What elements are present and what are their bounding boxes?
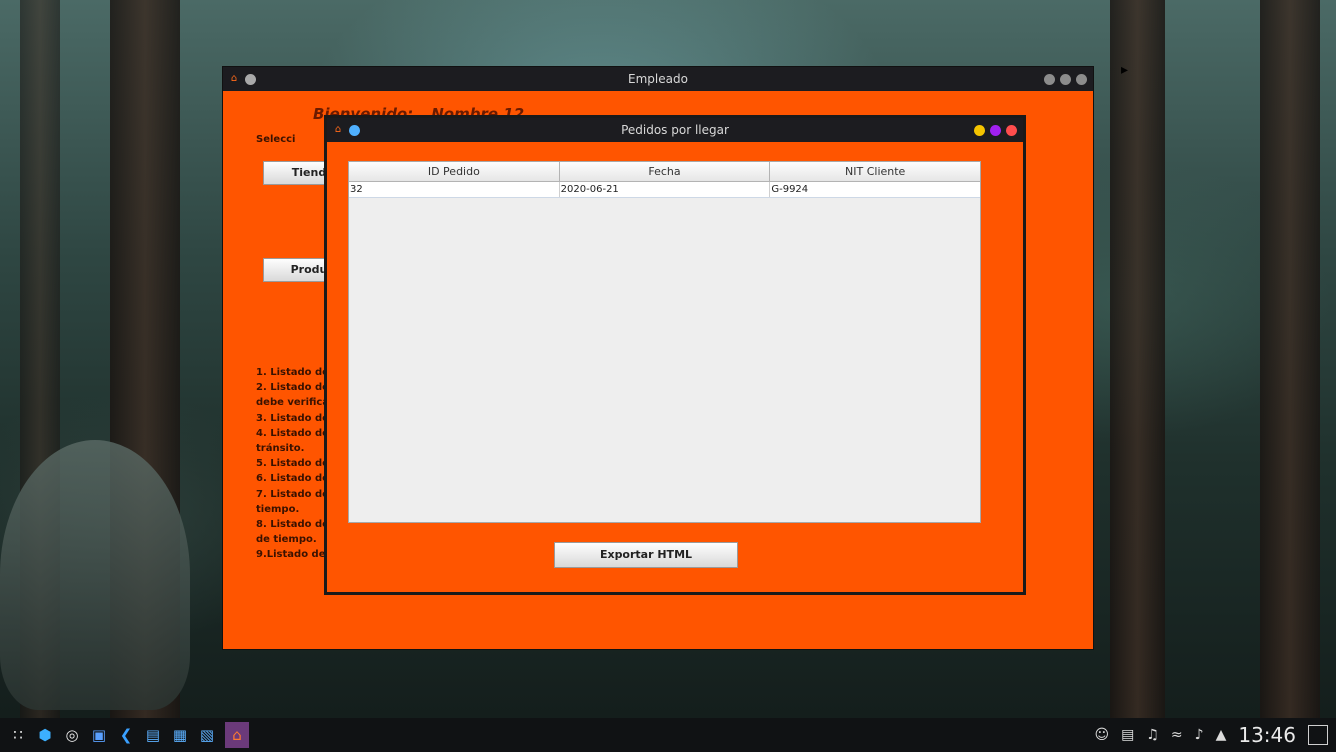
table-header: ID Pedido Fecha NIT Cliente [349, 162, 980, 182]
dialog-titlebar[interactable]: ⌂ Pedidos por llegar [327, 118, 1023, 142]
chevron-up-icon[interactable]: ▲ [1216, 727, 1227, 743]
cube-icon[interactable]: ⬢ [36, 726, 54, 744]
pedidos-dialog: ⌂ Pedidos por llegar ID Pedido Fecha NIT… [327, 118, 1023, 592]
apps-grid-icon[interactable]: ∷ [9, 726, 27, 744]
mouse-cursor-icon: ▸ [1121, 62, 1129, 78]
column-header-nit-cliente[interactable]: NIT Cliente [770, 162, 980, 181]
wifi-icon[interactable]: ≈ [1171, 727, 1183, 743]
terminal-icon[interactable]: ▤ [144, 726, 162, 744]
volume-icon[interactable]: ♫ [1146, 727, 1159, 743]
pedidos-table[interactable]: ID Pedido Fecha NIT Cliente 32 2020-06-2… [348, 161, 981, 523]
clipboard-icon[interactable]: ▤ [1121, 727, 1134, 743]
toolbox-icon[interactable]: ▦ [171, 726, 189, 744]
screen-icon[interactable]: ▣ [90, 726, 108, 744]
pin-icon[interactable] [245, 73, 256, 85]
chrome-icon[interactable]: ◎ [63, 726, 81, 744]
minimize-button[interactable] [1044, 73, 1055, 85]
maximize-button[interactable] [990, 124, 1001, 136]
taskbar: ∷ ⬢ ◎ ▣ ❮ ▤ ▦ ▧ ⌂ ☺ ▤ ♫ ≈ ♪ ▲ 13:46 [0, 718, 1336, 752]
clock[interactable]: 13:46 [1238, 723, 1296, 747]
cell-nit-cliente[interactable]: G-9924 [770, 182, 980, 197]
close-button[interactable] [1076, 73, 1087, 85]
system-tray: ☺ ▤ ♫ ≈ ♪ ▲ 13:46 [1095, 718, 1328, 752]
minimize-button[interactable] [974, 124, 985, 136]
window-title: Empleado [628, 72, 688, 86]
save-icon[interactable]: ▧ [198, 726, 216, 744]
user-icon[interactable]: ☺ [1095, 727, 1110, 743]
dialog-title: Pedidos por llegar [621, 123, 729, 137]
speaker-icon[interactable]: ♪ [1195, 727, 1204, 743]
column-header-id-pedido[interactable]: ID Pedido [349, 162, 560, 181]
empleado-titlebar[interactable]: ⌂ Empleado [223, 67, 1093, 91]
app-icon: ⌂ [230, 73, 238, 84]
java-app-icon[interactable]: ⌂ [225, 722, 249, 748]
table-row[interactable]: 32 2020-06-21 G-9924 [349, 182, 980, 198]
show-desktop-button[interactable] [1308, 725, 1328, 745]
tree-trunk [1110, 0, 1165, 718]
close-button[interactable] [1006, 124, 1017, 136]
pin-icon[interactable] [349, 124, 360, 136]
cell-fecha[interactable]: 2020-06-21 [560, 182, 771, 197]
tree-trunk [1260, 0, 1320, 718]
rock [0, 440, 190, 710]
cell-id-pedido[interactable]: 32 [349, 182, 560, 197]
maximize-button[interactable] [1060, 73, 1071, 85]
select-label: Selecci [256, 134, 296, 145]
column-header-fecha[interactable]: Fecha [560, 162, 771, 181]
export-html-button[interactable]: Exportar HTML [554, 542, 738, 568]
vscode-icon[interactable]: ❮ [117, 726, 135, 744]
app-icon: ⌂ [334, 124, 342, 135]
